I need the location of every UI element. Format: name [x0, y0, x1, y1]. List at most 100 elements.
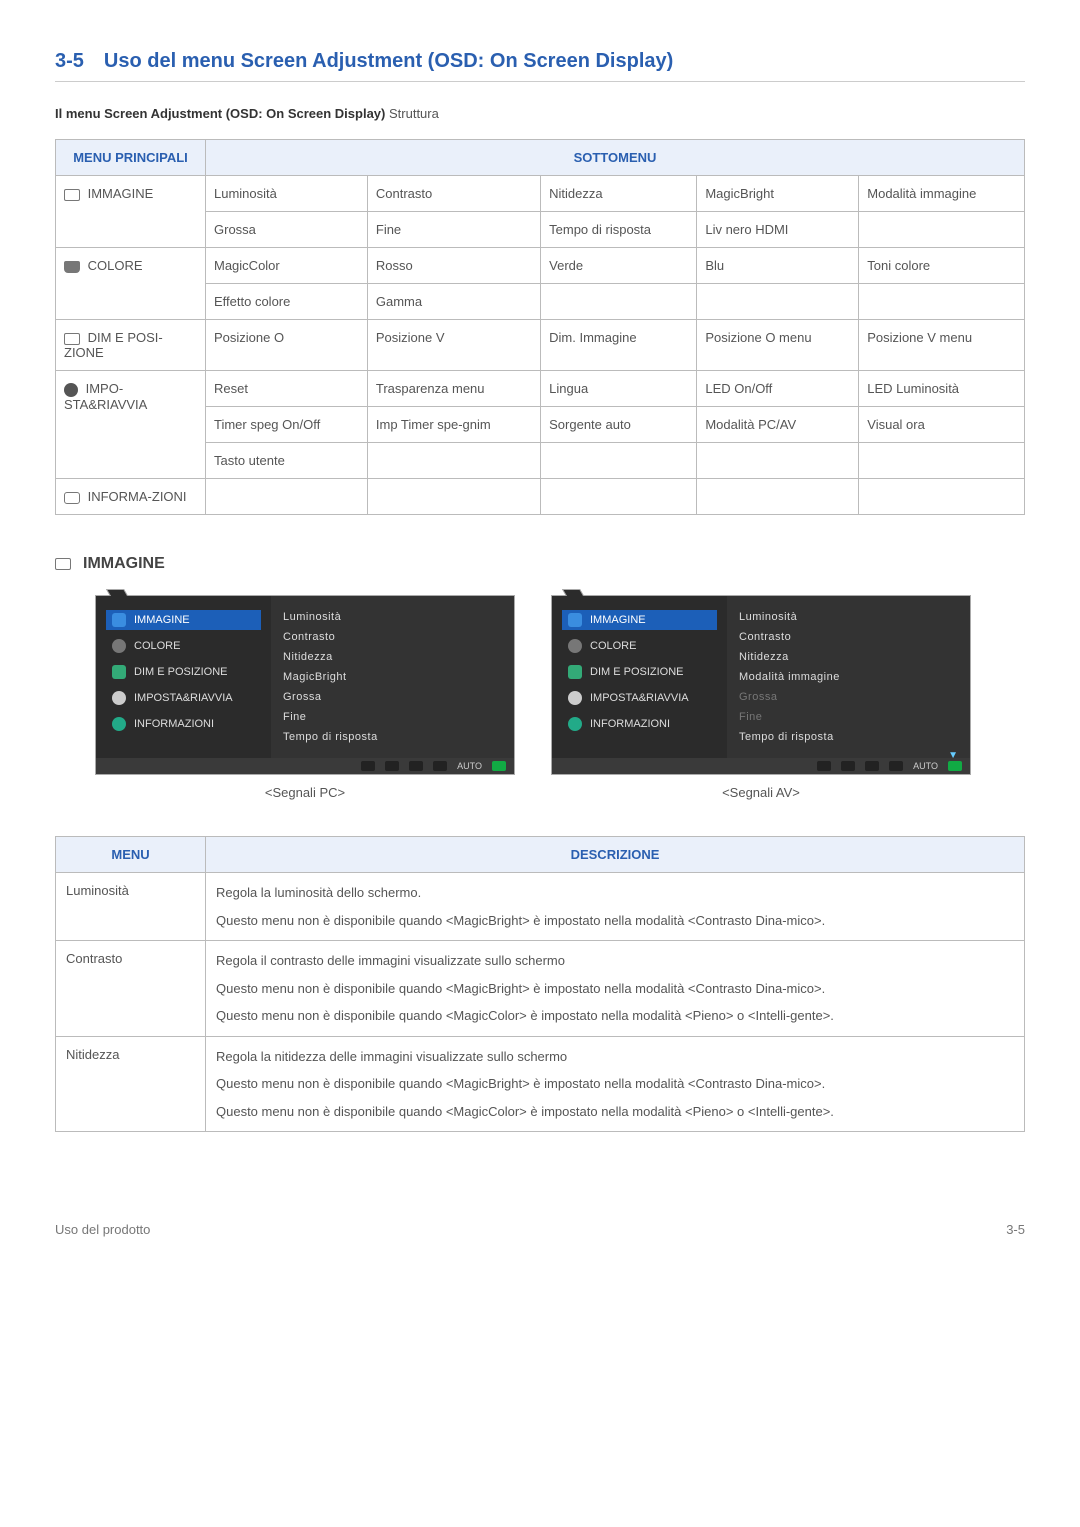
- osd-side-item[interactable]: IMPOSTA&RIAVVIA: [562, 688, 717, 708]
- submenu-cell: Tasto utente: [206, 443, 368, 479]
- submenu-cell: Liv nero HDMI: [697, 212, 859, 248]
- th-desc: DESCRIZIONE: [206, 837, 1025, 873]
- submenu-cell: MagicBright: [697, 176, 859, 212]
- osd-sub-item[interactable]: Contrasto: [739, 630, 958, 644]
- osd-side-item[interactable]: INFORMAZIONI: [562, 714, 717, 734]
- grid-icon: [64, 333, 80, 345]
- main-menu-label: COLORE: [84, 258, 143, 273]
- submenu-cell: [859, 284, 1025, 320]
- submenu-cell: Timer speg On/Off: [206, 407, 368, 443]
- osd-sub-item[interactable]: Tempo di risposta: [739, 730, 958, 744]
- section-immagine-label: IMMAGINE: [83, 555, 165, 573]
- gear-icon: [568, 691, 582, 705]
- picture-icon: [55, 558, 71, 570]
- structure-rest: Struttura: [385, 106, 438, 121]
- screenshots-row: IMMAGINE COLORE DIM E POSIZIONE IMPOSTA&RIA…: [55, 595, 1025, 800]
- osd-side-item[interactable]: DIM E POSIZIONE: [106, 662, 261, 682]
- submenu-cell: [367, 443, 540, 479]
- desc-text-cell: Regola la luminosità dello schermo.Quest…: [206, 873, 1025, 941]
- desc-paragraph: Questo menu non è disponibile quando <Ma…: [216, 1074, 1014, 1094]
- desc-paragraph: Regola la nitidezza delle immagini visua…: [216, 1047, 1014, 1067]
- osd-side-label: COLORE: [590, 640, 636, 652]
- submenu-cell: Posizione V: [367, 320, 540, 371]
- osd-structure-table: MENU PRINCIPALI SOTTOMENU IMMAGINELumino…: [55, 139, 1025, 515]
- osd-sub-item[interactable]: MagicBright: [283, 670, 502, 684]
- desc-paragraph: Questo menu non è disponibile quando <Ma…: [216, 1006, 1014, 1026]
- desc-menu-cell: Nitidezza: [56, 1036, 206, 1132]
- up-icon[interactable]: [409, 761, 423, 771]
- desc-paragraph: Questo menu non è disponibile quando <Ma…: [216, 979, 1014, 999]
- osd-sub-item[interactable]: Grossa: [283, 690, 502, 704]
- submenu-cell: Gamma: [367, 284, 540, 320]
- desc-paragraph: Regola il contrasto delle immagini visua…: [216, 951, 1014, 971]
- down-icon[interactable]: [385, 761, 399, 771]
- osd-side-item[interactable]: COLORE: [106, 636, 261, 656]
- rect-icon: [64, 189, 80, 201]
- description-table: MENU DESCRIZIONE LuminositàRegola la lum…: [55, 836, 1025, 1132]
- desc-paragraph: Regola la luminosità dello schermo.: [216, 883, 1014, 903]
- submenu-cell: [697, 479, 859, 515]
- desc-menu-cell: Luminosità: [56, 873, 206, 941]
- osd-sub-item[interactable]: Luminosità: [283, 610, 502, 624]
- submenu-cell: [859, 479, 1025, 515]
- submenu-cell: Blu: [697, 248, 859, 284]
- paint-icon: [112, 639, 126, 653]
- power-icon[interactable]: [492, 761, 506, 771]
- osd-sub-item[interactable]: Nitidezza: [283, 650, 502, 664]
- main-menu-label: IMMAGINE: [84, 186, 153, 201]
- osd-side-item[interactable]: IMMAGINE: [562, 610, 717, 630]
- gear-icon: [64, 383, 78, 397]
- section-number: 3-5: [55, 50, 84, 73]
- submenu-cell: Posizione O menu: [697, 320, 859, 371]
- osd-side-item[interactable]: INFORMAZIONI: [106, 714, 261, 734]
- submenu-cell: [541, 284, 697, 320]
- enter-icon[interactable]: [889, 761, 903, 771]
- osd-screenshot-pc: IMMAGINE COLORE DIM E POSIZIONE IMPOSTA&RIA…: [95, 595, 515, 775]
- osd-sub-item[interactable]: Grossa: [739, 690, 958, 704]
- close-icon[interactable]: [361, 761, 375, 771]
- osd-side-label: DIM E POSIZIONE: [134, 666, 228, 678]
- submenu-cell: [697, 443, 859, 479]
- submenu-cell: Posizione V menu: [859, 320, 1025, 371]
- osd-side-item[interactable]: IMMAGINE: [106, 610, 261, 630]
- rect-icon: [112, 613, 126, 627]
- main-menu-cell: COLORE: [56, 248, 206, 320]
- power-icon[interactable]: [948, 761, 962, 771]
- footer-right: 3-5: [1006, 1222, 1025, 1237]
- osd-side-item[interactable]: IMPOSTA&RIAVVIA: [106, 688, 261, 708]
- osd-sub-item[interactable]: Luminosità: [739, 610, 958, 624]
- close-icon[interactable]: [817, 761, 831, 771]
- enter-icon[interactable]: [433, 761, 447, 771]
- submenu-cell: Visual ora: [859, 407, 1025, 443]
- osd-sub-item[interactable]: Modalità immagine: [739, 670, 958, 684]
- submenu-cell: Toni colore: [859, 248, 1025, 284]
- submenu-cell: [697, 284, 859, 320]
- osd-side-item[interactable]: DIM E POSIZIONE: [562, 662, 717, 682]
- submenu-cell: Imp Timer spe-gnim: [367, 407, 540, 443]
- rect-icon: [568, 613, 582, 627]
- th-submenu: SOTTOMENU: [206, 140, 1025, 176]
- submenu-cell: [859, 443, 1025, 479]
- submenu-cell: Rosso: [367, 248, 540, 284]
- osd-sub-item[interactable]: Contrasto: [283, 630, 502, 644]
- osd-side-label: COLORE: [134, 640, 180, 652]
- paint-icon: [568, 639, 582, 653]
- osd-sub-item[interactable]: Nitidezza: [739, 650, 958, 664]
- submenu-cell: Fine: [367, 212, 540, 248]
- submenu-cell: [367, 479, 540, 515]
- submenu-cell: Lingua: [541, 371, 697, 407]
- osd-side-label: IMMAGINE: [134, 614, 190, 626]
- osd-sub-item[interactable]: Tempo di risposta: [283, 730, 502, 744]
- main-menu-label: INFORMA-ZIONI: [84, 489, 187, 504]
- page-footer: Uso del prodotto 3-5: [55, 1222, 1025, 1237]
- down-icon[interactable]: [841, 761, 855, 771]
- osd-side-item[interactable]: COLORE: [562, 636, 717, 656]
- submenu-cell: Tempo di risposta: [541, 212, 697, 248]
- submenu-cell: Nitidezza: [541, 176, 697, 212]
- osd-sub-item[interactable]: Fine: [283, 710, 502, 724]
- osd-side-label: IMPOSTA&RIAVVIA: [590, 692, 689, 704]
- submenu-cell: Trasparenza menu: [367, 371, 540, 407]
- submenu-cell: LED Luminosità: [859, 371, 1025, 407]
- osd-sub-item[interactable]: Fine: [739, 710, 958, 724]
- up-icon[interactable]: [865, 761, 879, 771]
